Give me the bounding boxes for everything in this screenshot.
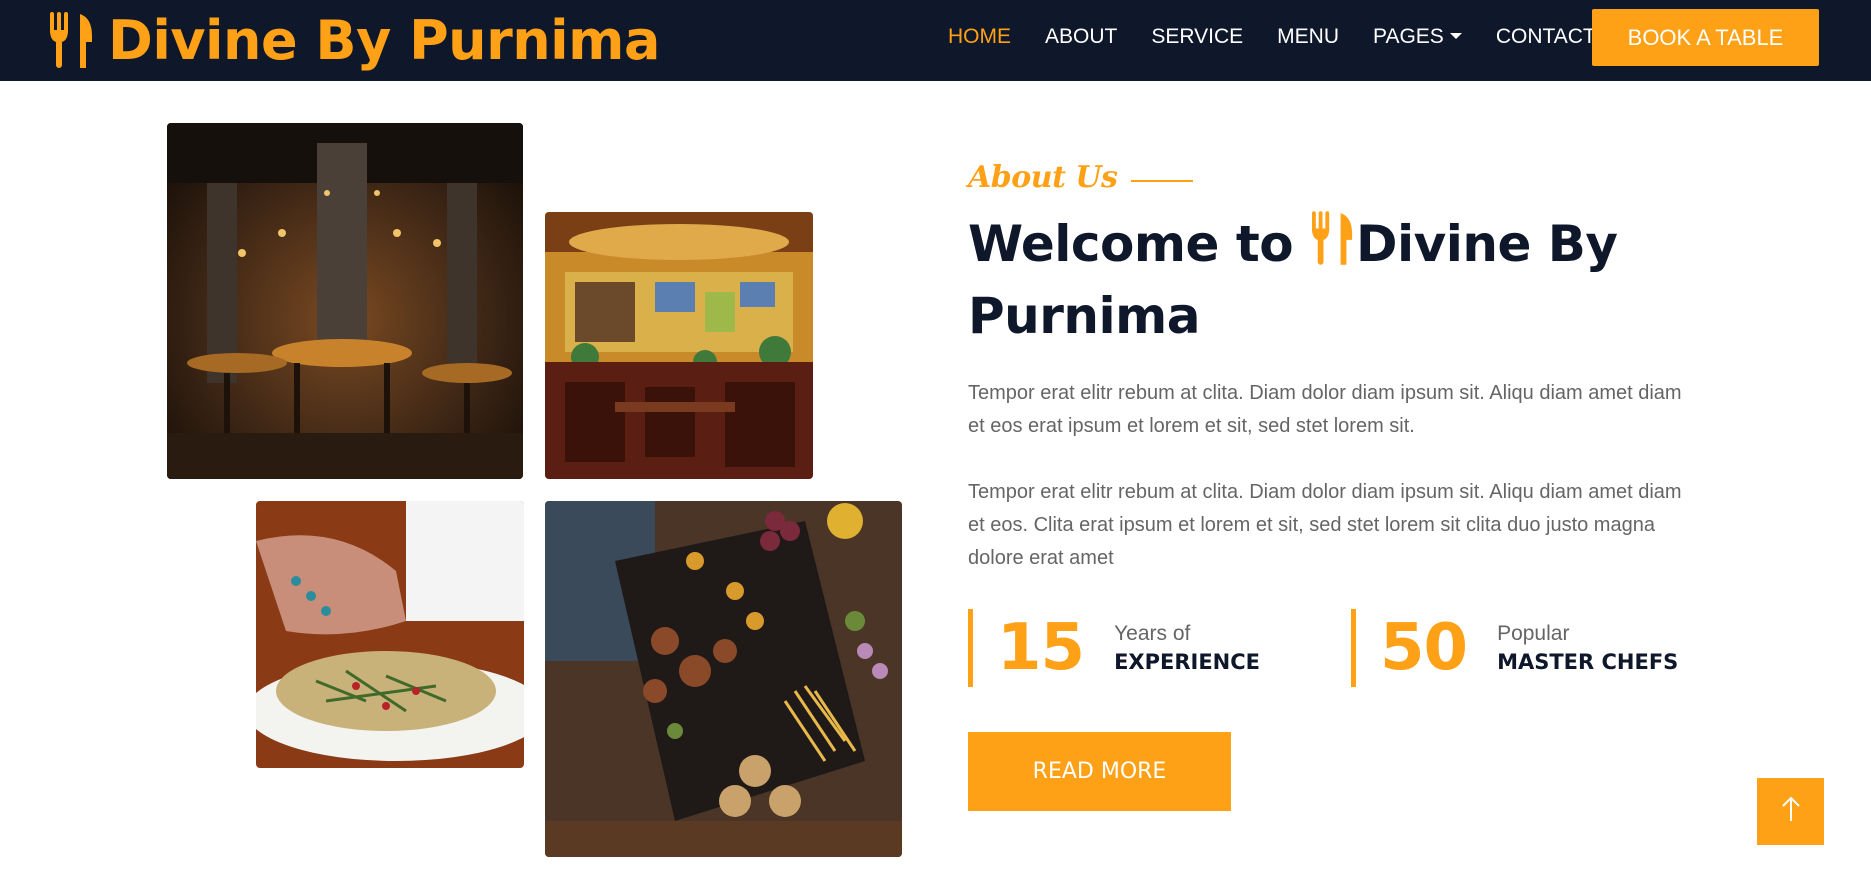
utensils-icon	[1312, 211, 1354, 282]
nav-pages-label: PAGES	[1373, 25, 1444, 48]
stat-caption-big: MASTER CHEFS	[1497, 650, 1679, 674]
about-us-divider	[1131, 179, 1194, 182]
brand-logo[interactable]: Divine By Purnima	[50, 6, 660, 74]
stat-caption: Years of EXPERIENCE	[1114, 620, 1260, 676]
navbar: Divine By Purnima HOME ABOUT SERVICE MEN…	[0, 0, 1871, 81]
nav-pages-dropdown[interactable]: PAGES	[1373, 25, 1462, 49]
brand-name: Divine By Purnima	[108, 8, 660, 72]
about-paragraph-2: Tempor erat elitr rebum at clita. Diam d…	[968, 481, 1682, 569]
stat-experience: 15 Years of EXPERIENCE	[968, 609, 1260, 687]
main-nav: HOME ABOUT SERVICE MENU PAGES CONTACT	[948, 0, 1630, 74]
stat-caption-small: Popular	[1497, 622, 1570, 645]
nav-menu[interactable]: MENU	[1277, 25, 1339, 49]
about-paragraph-1: Tempor erat elitr rebum at clita. Diam d…	[968, 382, 1682, 437]
stat-caption-small: Years of	[1114, 622, 1191, 645]
nav-service[interactable]: SERVICE	[1151, 25, 1243, 49]
arrow-up-icon	[1781, 795, 1801, 828]
nav-about[interactable]: ABOUT	[1045, 25, 1117, 49]
back-to-top-button[interactable]	[1757, 778, 1824, 845]
restaurant-interior-photo	[167, 123, 523, 479]
nav-home[interactable]: HOME	[948, 25, 1011, 49]
nav-contact[interactable]: CONTACT	[1496, 25, 1596, 49]
read-more-button[interactable]: READ MORE	[968, 732, 1231, 811]
heading-prefix: Welcome to	[968, 215, 1294, 273]
about-us-text: About Us	[968, 160, 1118, 195]
salad-plate-photo	[256, 501, 524, 768]
about-us-label: About Us	[968, 160, 1194, 195]
stat-number: 50	[1380, 611, 1468, 685]
stat-number: 15	[997, 611, 1085, 685]
caret-down-icon	[1449, 33, 1462, 39]
book-a-table-button[interactable]: BOOK A TABLE	[1592, 9, 1819, 66]
restaurant-bar-photo	[545, 212, 813, 479]
stat-master-chefs: 50 Popular MASTER CHEFS	[1351, 609, 1678, 687]
about-heading: Welcome to Divine By Purnima	[968, 210, 1668, 350]
stat-caption: Popular MASTER CHEFS	[1497, 620, 1678, 676]
utensils-icon	[50, 12, 94, 68]
stat-caption-big: EXPERIENCE	[1114, 650, 1260, 674]
food-platter-photo	[545, 501, 902, 857]
